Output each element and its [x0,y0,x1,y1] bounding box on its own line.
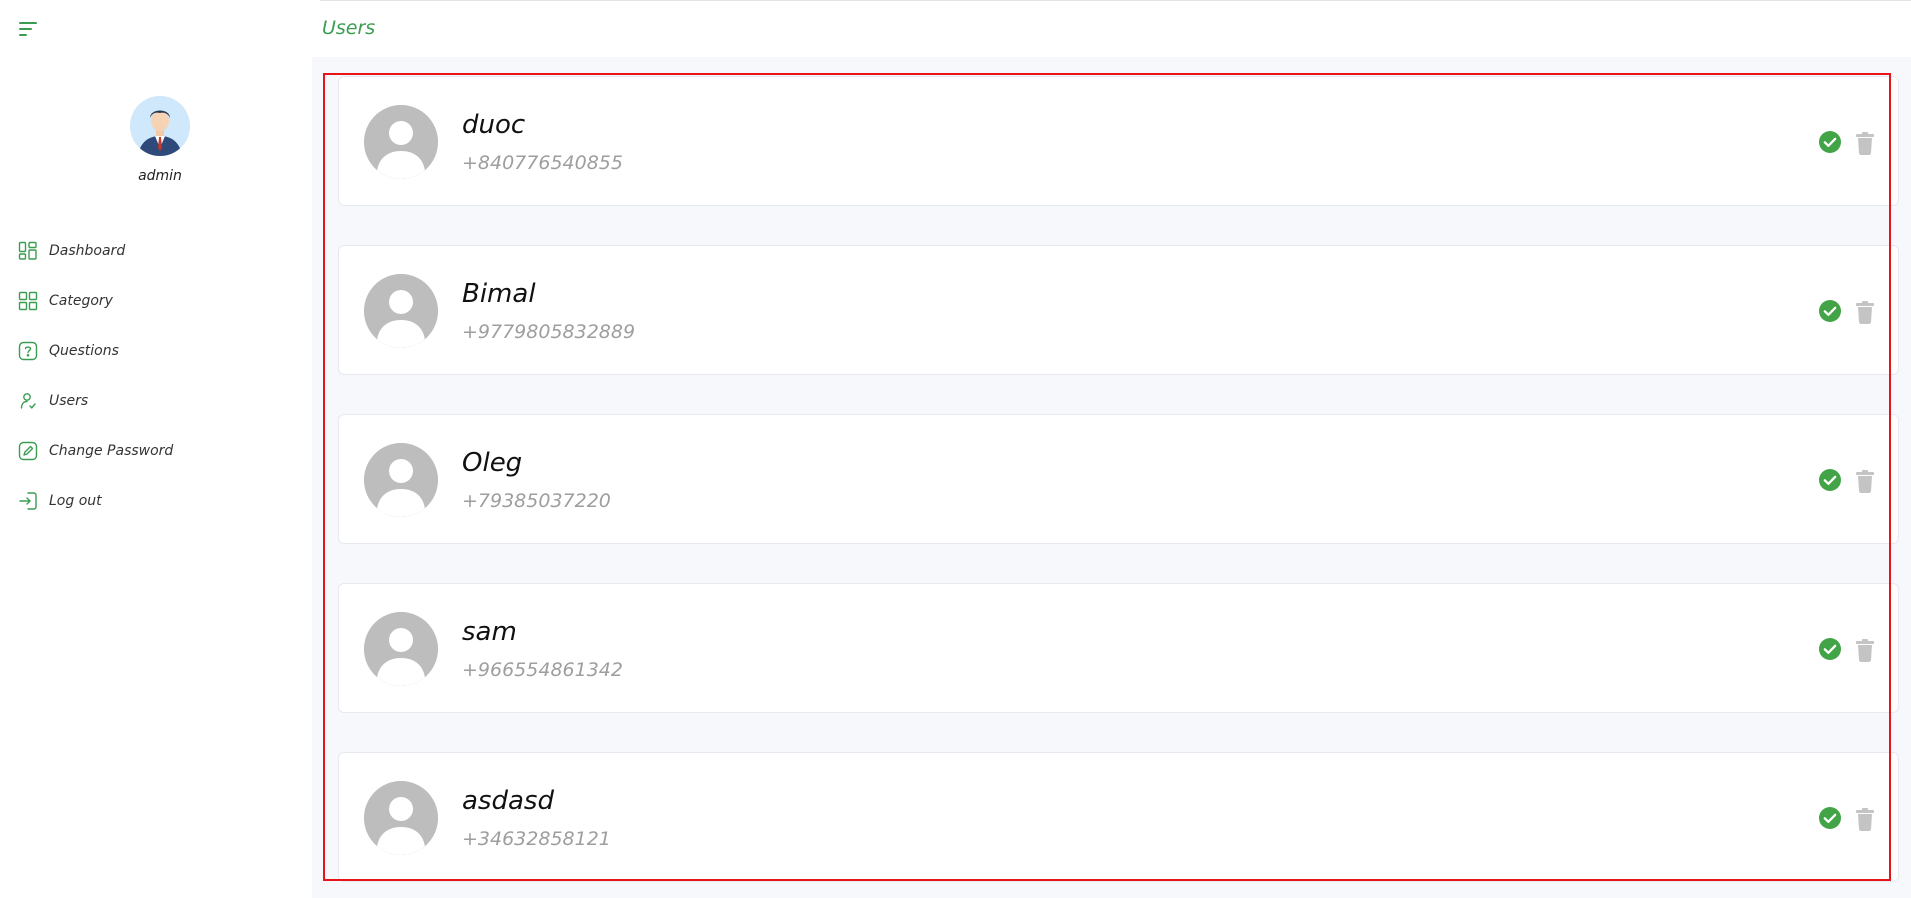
user-avatar [364,612,438,686]
user-phone: +840776540855 [462,152,623,174]
sidebar-item-label: Users [49,393,89,409]
sidebar-item-label: Category [49,293,113,309]
sidebar-item-category[interactable]: Category [18,288,113,314]
dashboard-icon [18,241,38,261]
page-title: Users [322,17,376,39]
user-name: Oleg [462,448,523,478]
sidebar-item-logout[interactable]: Log out [18,488,102,514]
sidebar-item-label: Log out [49,493,102,509]
user-avatar [364,443,438,517]
delete-icon[interactable] [1854,469,1876,493]
sidebar-item-questions[interactable]: Questions [18,338,119,364]
question-icon [18,341,38,361]
verified-check-icon[interactable] [1818,468,1842,492]
sidebar-item-dashboard[interactable]: Dashboard [18,238,125,264]
user-phone: +966554861342 [462,659,623,681]
verified-check-icon[interactable] [1818,299,1842,323]
delete-icon[interactable] [1854,131,1876,155]
verified-check-icon[interactable] [1818,637,1842,661]
logout-icon [18,491,38,511]
user-name: duoc [462,110,526,140]
menu-toggle-icon[interactable] [19,21,39,37]
sidebar-item-change-password[interactable]: Change Password [18,438,173,464]
user-card: sam +966554861342 [338,583,1899,713]
user-name: asdasd [462,786,554,816]
sidebar: admin Dashboard Category Questions Users… [0,0,320,898]
user-avatar [364,274,438,348]
user-avatar [364,105,438,179]
user-card: Bimal +9779805832889 [338,245,1899,375]
verified-check-icon[interactable] [1818,806,1842,830]
user-card: Oleg +79385037220 [338,414,1899,544]
verified-check-icon[interactable] [1818,130,1842,154]
delete-icon[interactable] [1854,638,1876,662]
user-name: sam [462,617,517,647]
user-icon [18,391,38,411]
delete-icon[interactable] [1854,807,1876,831]
category-icon [18,291,38,311]
sidebar-item-label: Dashboard [49,243,126,259]
user-card: duoc +840776540855 [338,76,1899,206]
user-phone: +9779805832889 [462,321,636,343]
admin-name: admin [138,168,182,184]
delete-icon[interactable] [1854,300,1876,324]
user-phone: +79385037220 [462,490,611,512]
user-card: asdasd +34632858121 [338,752,1899,882]
user-phone: +34632858121 [462,828,611,850]
admin-avatar [130,96,190,156]
user-avatar [364,781,438,855]
sidebar-item-users[interactable]: Users [18,388,88,414]
edit-password-icon [18,441,38,461]
sidebar-item-label: Questions [49,343,119,359]
sidebar-item-label: Change Password [49,443,174,459]
user-name: Bimal [462,279,536,309]
